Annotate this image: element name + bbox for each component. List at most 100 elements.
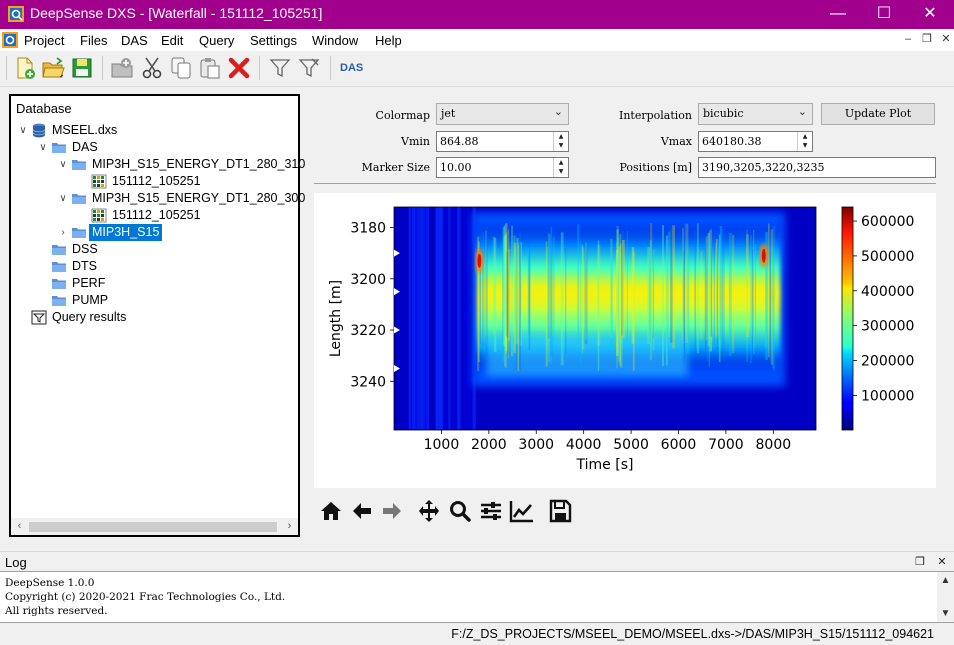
cut-icon[interactable] [139,55,165,81]
heatmap-texture [754,244,756,347]
vmin-spinbox[interactable]: 864.88 ▲ ▼ [436,131,569,152]
heatmap-texture [665,236,668,365]
menu-window[interactable]: Window [312,33,358,48]
heatmap-texture [485,226,488,362]
toolbar-grip [6,56,7,80]
spin-arrows[interactable]: ▲ ▼ [797,132,812,151]
vmax-spinbox[interactable]: 640180.38 ▲ ▼ [698,131,813,152]
log-line: DeepSense 1.0.0 [5,577,95,589]
spin-up-icon[interactable]: ▲ [554,158,568,167]
delete-icon[interactable] [226,55,252,81]
mdi-minimize-button[interactable]: – [900,32,916,48]
menu-project[interactable]: Project [24,33,64,48]
log-output[interactable]: DeepSense 1.0.0 Copyright (c) 2020-2021 … [0,571,954,623]
maximize-button[interactable]: ☐ [861,0,907,29]
menu-files[interactable]: Files [80,33,107,48]
paste-icon[interactable] [197,55,223,81]
menu-edit[interactable]: Edit [161,33,183,48]
menu-help[interactable]: Help [375,33,402,48]
database-title: Database [16,101,72,116]
x-tick-label: 1000 [424,437,460,453]
configure-icon[interactable] [477,497,505,525]
spin-down-icon[interactable]: ▼ [554,167,568,176]
heatmap-streak [408,207,411,430]
save-figure-icon[interactable] [546,497,574,525]
toolbar-separator [259,56,260,80]
chevron-down-icon[interactable]: ∨ [57,190,69,207]
add-item-icon[interactable] [109,55,135,81]
scrollbar-thumb[interactable] [29,522,277,532]
spin-up-icon[interactable]: ▲ [798,132,812,141]
document-icon[interactable] [2,32,18,48]
heatmap-texture [585,242,587,340]
heatmap-texture [626,230,629,354]
marker-size-spinbox[interactable]: 10.00 ▲ ▼ [436,157,569,178]
chevron-right-icon[interactable]: › [57,224,69,241]
heatmap-streak [444,207,447,430]
marker-size-value: 10.00 [440,161,472,174]
chevron-down-icon[interactable]: ∨ [37,139,49,156]
waterfall-plot[interactable]: 1000 2000 3000 4000 5000 6000 7000 8000 3180 3200… [314,193,936,488]
close-icon[interactable]: ✕ [934,554,950,570]
colormap-select[interactable]: jet ⌄ [436,103,569,125]
spin-down-icon[interactable]: ▼ [798,141,812,150]
open-folder-icon[interactable] [40,55,66,81]
mdi-restore-button[interactable]: ❐ [919,32,935,48]
filter-options-icon[interactable] [296,55,322,81]
filter-icon[interactable] [267,55,293,81]
database-icon [31,123,47,138]
zoom-icon[interactable] [446,497,474,525]
heatmap-texture [696,223,699,354]
das-mode-label[interactable]: DAS [340,62,363,74]
scroll-left-icon[interactable]: ‹ [11,518,28,535]
back-icon[interactable] [348,497,376,525]
close-button[interactable]: ✕ [907,0,953,29]
heatmap-texture [728,232,732,357]
chevron-down-icon[interactable]: ∨ [17,122,29,139]
tree-horizontal-scrollbar[interactable]: ‹ › [11,518,298,535]
spin-down-icon[interactable]: ▼ [554,141,568,150]
scroll-down-icon[interactable]: ▼ [937,605,954,622]
scroll-up-icon[interactable]: ▲ [937,572,954,589]
folder-icon [51,276,67,291]
interpolation-select[interactable]: bicubic ⌄ [698,103,813,125]
spin-up-icon[interactable]: ▲ [554,132,568,141]
scroll-right-icon[interactable]: › [281,518,298,535]
heatmap-texture [550,226,553,366]
heatmap-texture [683,250,686,359]
edit-axes-icon[interactable] [508,497,536,525]
heatmap-texture [731,234,735,354]
database-panel: Database ∨ MSEEL.dxs ∨ DAS ∨ MIP3H_S15_ENERGY… [9,94,305,537]
menu-das[interactable]: DAS [121,33,148,48]
heatmap-texture [508,249,510,342]
log-title: Log [5,555,27,570]
tree-item-label: DTS [72,259,97,273]
x-tick-label: 2000 [471,437,507,453]
mdi-close-button[interactable]: ✕ [938,32,954,48]
spin-arrows[interactable]: ▲ ▼ [553,158,568,177]
heatmap-texture [597,240,600,371]
heatmap-streak [463,207,467,430]
minimize-button[interactable]: — [815,0,861,29]
undock-icon[interactable]: ❐ [912,554,928,570]
tree-item-label: DSS [72,242,98,256]
save-icon[interactable] [69,55,95,81]
app-logo-icon [8,6,24,22]
log-vertical-scrollbar[interactable]: ▲ ▼ [937,572,954,622]
menu-settings[interactable]: Settings [250,33,297,48]
new-file-icon[interactable] [12,55,38,81]
copy-icon[interactable] [168,55,194,81]
app-window: DeepSense DXS - [Waterfall - 151112_1052… [0,0,954,645]
colorbar-tick-label: 300000 [861,319,914,335]
forward-icon[interactable] [378,497,406,525]
heatmap-image [394,207,816,430]
chevron-down-icon[interactable]: ∨ [57,156,69,173]
waterfall-plot-svg[interactable]: 1000 2000 3000 4000 5000 6000 7000 8000 3180 3200… [314,193,936,488]
pan-icon[interactable] [415,497,443,525]
update-plot-button[interactable]: Update Plot [821,103,935,125]
chevron-down-icon: ⌄ [797,105,807,118]
home-icon[interactable] [317,497,345,525]
spin-arrows[interactable]: ▲ ▼ [553,132,568,151]
menu-query[interactable]: Query [199,33,234,48]
positions-input[interactable]: 3190,3205,3220,3235 [698,157,936,178]
